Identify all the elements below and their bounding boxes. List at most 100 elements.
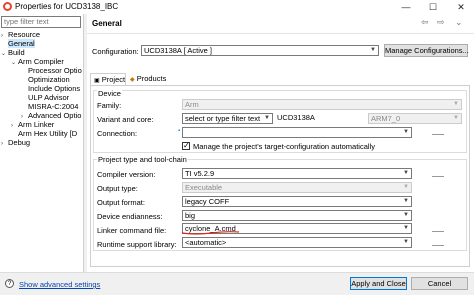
- tab-products[interactable]: ◆ Products: [127, 73, 169, 85]
- chevron-down-icon: ▼: [264, 115, 270, 121]
- sidebar-item-label: Arm Linker: [18, 120, 55, 129]
- connection-spacer: [432, 134, 444, 135]
- sidebar-tree: › Resource General ⌄ Build ⌄ Arm Compiler Proce…: [1, 30, 83, 147]
- endianness-label: Device endianness:: [97, 212, 163, 221]
- output-type-select: Executable ▼: [182, 182, 412, 193]
- sidebar-item-label: Build: [8, 48, 25, 57]
- endianness-value: big: [185, 211, 196, 220]
- chevron-down-icon: ▼: [403, 239, 409, 245]
- compiler-more-button[interactable]: [432, 176, 444, 177]
- variant-value: UCD3138A: [277, 113, 315, 122]
- family-value: Arm: [185, 100, 199, 109]
- sidebar-item-label: Advanced Optio: [28, 111, 82, 120]
- app-icon: [3, 2, 12, 11]
- chevron-down-icon[interactable]: ⌄: [11, 59, 18, 68]
- runtime-library-select[interactable]: <automatic> ▼: [182, 237, 412, 248]
- chevron-down-icon: ▼: [453, 115, 459, 121]
- sidebar-item[interactable]: ULP Advisor: [1, 93, 83, 102]
- sidebar-item[interactable]: ⌄ Arm Compiler: [1, 57, 83, 66]
- output-type-label: Output type:: [97, 184, 138, 193]
- compiler-version-label: Compiler version:: [97, 170, 156, 179]
- sidebar: type filter text › Resource General ⌄ Build ⌄…: [0, 14, 84, 272]
- view-menu-icon[interactable]: ⌄: [455, 17, 463, 28]
- sidebar-item-label: Debug: [8, 138, 31, 147]
- output-format-value: legacy COFF: [185, 197, 230, 206]
- show-advanced-settings-link[interactable]: Show advanced settings: [19, 280, 100, 289]
- device-group-title: Device: [97, 89, 122, 98]
- compiler-version-value: TI v5.2.9: [185, 169, 215, 178]
- variant-filter-select[interactable]: select or type filter text ▼: [182, 113, 273, 124]
- configuration-value: UCD3138A [ Active ]: [144, 46, 212, 55]
- endianness-select[interactable]: big ▼: [182, 210, 412, 221]
- chevron-down-icon: ▼: [403, 198, 409, 204]
- sidebar-item-label: Include Options: [28, 84, 81, 93]
- sidebar-item[interactable]: Include Options: [1, 84, 83, 93]
- sidebar-item[interactable]: ⌄ Build: [1, 48, 83, 57]
- chevron-down-icon: ▼: [403, 225, 409, 231]
- project-icon: ▣: [94, 78, 100, 84]
- linker-command-file-label: Linker command file:: [97, 226, 167, 235]
- sidebar-item-label: Processor Optio: [28, 66, 82, 75]
- sidebar-item-label: Arm Compiler: [18, 57, 64, 66]
- family-label: Family:: [97, 101, 122, 110]
- chevron-down-icon: ▼: [403, 170, 409, 176]
- variant-label: Variant and core:: [97, 115, 154, 124]
- annotation-underline: [181, 231, 240, 235]
- toolchain-group-title: Project type and tool-chain: [97, 155, 188, 164]
- apply-and-close-button[interactable]: Apply and Close: [350, 277, 407, 290]
- chevron-down-icon[interactable]: ⌄: [1, 50, 8, 59]
- sidebar-item[interactable]: › Advanced Optio: [1, 111, 83, 120]
- chevron-right-icon[interactable]: ›: [1, 140, 8, 149]
- page-header: [87, 14, 474, 34]
- sidebar-item[interactable]: › Resource: [1, 30, 83, 39]
- chevron-down-icon: ▼: [403, 129, 409, 135]
- tab-products-label: Products: [136, 74, 167, 83]
- sidebar-item[interactable]: › Arm Linker: [1, 120, 83, 129]
- output-type-value: Executable: [185, 183, 223, 192]
- core-select: ARM7_0 ▼: [368, 113, 462, 124]
- products-icon: ◆: [130, 77, 135, 83]
- sidebar-item[interactable]: Arm Hex Utility [D: [1, 129, 83, 138]
- chevron-down-icon: ▼: [370, 47, 376, 53]
- configuration-label: Configuration:: [92, 47, 139, 56]
- sidebar-item[interactable]: General: [1, 39, 83, 48]
- sidebar-item[interactable]: Optimization: [1, 75, 83, 84]
- chevron-down-icon: ▼: [403, 212, 409, 218]
- sidebar-item[interactable]: MISRA-C:2004: [1, 102, 83, 111]
- sidebar-item-label: Resource: [8, 30, 41, 39]
- variant-filter-value: select or type filter text: [185, 114, 261, 123]
- core-value: ARM7_0: [371, 114, 401, 123]
- cancel-button[interactable]: Cancel: [411, 277, 468, 290]
- runtime-browse-button[interactable]: [432, 245, 444, 246]
- forward-arrow-icon[interactable]: ⇨: [437, 17, 445, 28]
- configuration-select[interactable]: UCD3138A [ Active ] ▼: [141, 45, 379, 56]
- window-title: Properties for UCD3138_IBC: [15, 2, 119, 11]
- runtime-library-value: <automatic>: [185, 238, 227, 247]
- manage-configurations-button[interactable]: Manage Configurations...: [384, 44, 469, 57]
- info-marker-icon: ▪: [178, 128, 181, 134]
- page-title: General: [92, 19, 122, 28]
- variant-field[interactable]: UCD3138A: [275, 113, 365, 124]
- tab-project-label: Project: [101, 75, 126, 84]
- sidebar-item-label: Optimization: [28, 75, 70, 84]
- help-icon[interactable]: ?: [5, 279, 14, 288]
- filter-input[interactable]: type filter text: [1, 16, 81, 28]
- family-select: Arm ▼: [182, 99, 462, 110]
- output-format-label: Output format:: [97, 198, 145, 207]
- sidebar-item[interactable]: › Debug: [1, 138, 83, 147]
- sidebar-item-label: General: [8, 39, 35, 48]
- sidebar-item-label: Arm Hex Utility [D: [18, 129, 78, 138]
- chevron-down-icon: ▼: [403, 184, 409, 190]
- tab-project[interactable]: ▣ Project: [90, 73, 126, 85]
- compiler-version-select[interactable]: TI v5.2.9 ▼: [182, 168, 412, 179]
- chevron-down-icon: ▼: [453, 101, 459, 107]
- output-format-select[interactable]: legacy COFF ▼: [182, 196, 412, 207]
- manage-target-checkbox[interactable]: [182, 141, 190, 150]
- maximize-button[interactable]: ☐: [423, 0, 443, 14]
- close-button[interactable]: ✕: [451, 0, 471, 14]
- minimize-button[interactable]: —: [396, 0, 416, 14]
- connection-select[interactable]: ▼: [182, 127, 412, 138]
- connection-label: Connection:: [97, 129, 138, 138]
- back-arrow-icon[interactable]: ⇦: [421, 17, 429, 28]
- linker-browse-button[interactable]: [432, 231, 444, 232]
